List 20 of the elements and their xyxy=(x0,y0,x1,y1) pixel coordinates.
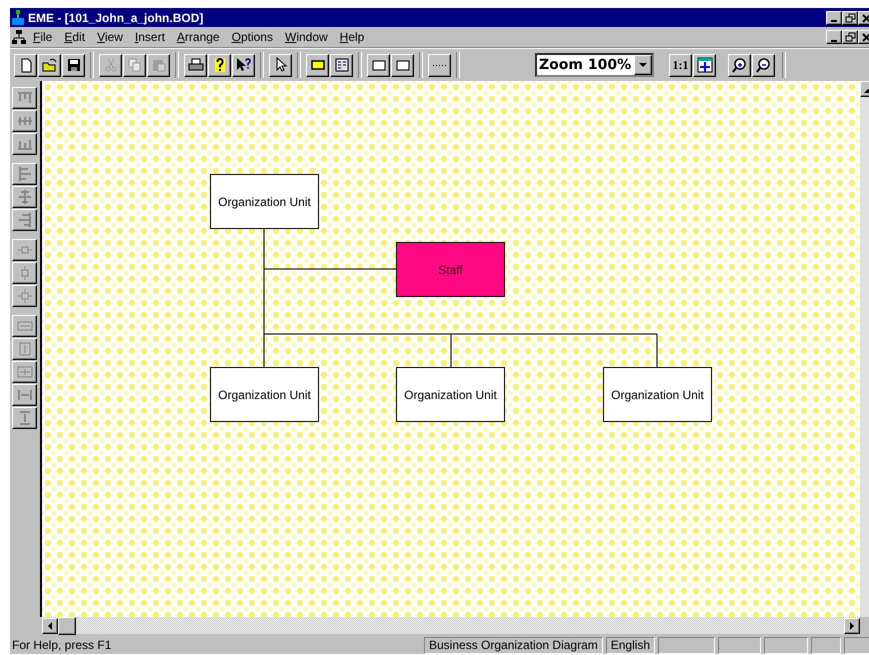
menu-item[interactable]: Options xyxy=(226,29,278,45)
menu-item[interactable]: Help xyxy=(334,29,370,45)
staff-node[interactable]: Staff xyxy=(396,242,505,297)
actual-size-button[interactable]: 1:1 xyxy=(669,54,692,76)
status-pane: Business Organization Diagram xyxy=(424,636,603,654)
menu-item[interactable]: Arrange xyxy=(172,29,225,45)
menu-item[interactable]: View xyxy=(92,29,128,45)
status-pane: English xyxy=(606,636,656,654)
org-unit-node[interactable]: Organization Unit xyxy=(396,367,505,422)
menu-item[interactable]: Edit xyxy=(59,29,90,45)
status-hint: For Help, press F1 xyxy=(12,638,112,652)
org-unit-node[interactable]: Organization Unit xyxy=(603,367,712,422)
menu-item[interactable]: Insert xyxy=(130,29,170,45)
window-title: EME - [101_John_a_john.BOD] xyxy=(28,10,204,24)
menu-item[interactable]: File xyxy=(28,29,58,45)
zoom-value: Zoom 100% xyxy=(538,57,632,73)
zoom-dropdown[interactable]: Zoom 100% xyxy=(535,53,654,77)
org-unit-node[interactable]: Organization Unit xyxy=(210,367,319,422)
menu-item[interactable]: Window xyxy=(280,29,333,45)
org-unit-node[interactable]: Organization Unit xyxy=(210,174,319,229)
